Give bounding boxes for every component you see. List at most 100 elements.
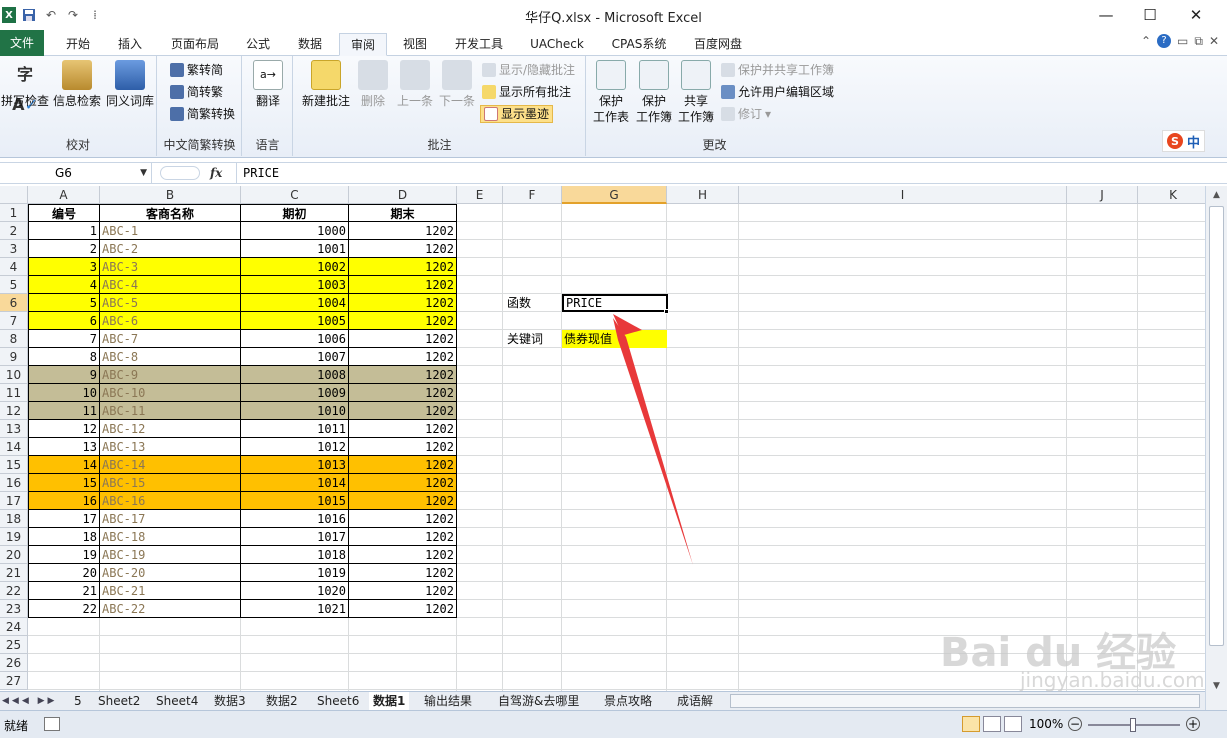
sheet-tab-0[interactable]: 5 [70, 692, 86, 710]
table-cell[interactable]: 1202 [349, 330, 457, 348]
select-all-corner[interactable] [0, 186, 28, 204]
sheet-tab-1[interactable]: Sheet2 [94, 692, 144, 710]
table-cell[interactable]: 1004 [241, 294, 349, 312]
row-header-22[interactable]: 22 [0, 582, 28, 600]
table-cell[interactable]: 1202 [349, 366, 457, 384]
table-cell[interactable]: ABC-1 [100, 222, 241, 240]
table-cell[interactable]: ABC-15 [100, 474, 241, 492]
cell-f8-label[interactable]: 关键词 [503, 330, 562, 348]
track-changes-button[interactable]: 修订 ▾ [721, 105, 771, 123]
scroll-thumb[interactable] [1209, 206, 1224, 646]
table-cell[interactable]: 1007 [241, 348, 349, 366]
table-cell[interactable]: 1006 [241, 330, 349, 348]
table-header-cell[interactable]: 客商名称 [100, 204, 241, 222]
row-header-7[interactable]: 7 [0, 312, 28, 330]
table-cell[interactable]: 1010 [241, 402, 349, 420]
cell-g6-active[interactable]: PRICE [562, 294, 668, 312]
show-ink-button[interactable]: 显示墨迹 [480, 105, 554, 123]
table-cell[interactable]: 1008 [241, 366, 349, 384]
tab-uacheck[interactable]: UACheck [524, 33, 590, 56]
protect-sheet-button[interactable]: 保护 工作表 [589, 60, 633, 125]
table-cell[interactable]: 1013 [241, 456, 349, 474]
table-cell[interactable]: ABC-21 [100, 582, 241, 600]
row-header-8[interactable]: 8 [0, 330, 28, 348]
sheet-tab-10[interactable]: 成语解 [673, 692, 717, 710]
row-header-17[interactable]: 17 [0, 492, 28, 510]
page-break-view-icon[interactable] [1004, 716, 1022, 732]
column-header-h[interactable]: H [667, 186, 739, 204]
row-header-19[interactable]: 19 [0, 528, 28, 546]
column-header-f[interactable]: F [503, 186, 562, 204]
sheet-tab-7[interactable]: 输出结果 [420, 692, 476, 710]
table-cell[interactable]: 1202 [349, 402, 457, 420]
table-cell[interactable]: 2 [28, 240, 100, 258]
row-header-9[interactable]: 9 [0, 348, 28, 366]
table-cell[interactable]: 1021 [241, 600, 349, 618]
tab-cpas[interactable]: CPAS系统 [604, 33, 674, 56]
table-cell[interactable]: 1016 [241, 510, 349, 528]
column-header-b[interactable]: B [100, 186, 241, 204]
table-cell[interactable]: 1202 [349, 258, 457, 276]
table-cell[interactable]: 1002 [241, 258, 349, 276]
table-cell[interactable]: 4 [28, 276, 100, 294]
table-cell[interactable]: 5 [28, 294, 100, 312]
table-cell[interactable]: 1202 [349, 222, 457, 240]
row-header-4[interactable]: 4 [0, 258, 28, 276]
column-header-a[interactable]: A [28, 186, 100, 204]
name-box[interactable]: G6 ▼ [0, 163, 152, 184]
table-cell[interactable]: ABC-4 [100, 276, 241, 294]
formula-input[interactable]: PRICE [236, 163, 1202, 184]
table-cell[interactable]: ABC-9 [100, 366, 241, 384]
table-cell[interactable]: 1018 [241, 546, 349, 564]
table-cell[interactable]: 1000 [241, 222, 349, 240]
table-cell[interactable]: 1202 [349, 564, 457, 582]
table-cell[interactable]: ABC-6 [100, 312, 241, 330]
table-cell[interactable]: 19 [28, 546, 100, 564]
row-header-23[interactable]: 23 [0, 600, 28, 618]
row-header-25[interactable]: 25 [0, 636, 28, 654]
table-header-cell[interactable]: 编号 [28, 204, 100, 222]
table-cell[interactable]: 1202 [349, 276, 457, 294]
table-cell[interactable]: ABC-18 [100, 528, 241, 546]
tab-home[interactable]: 开始 [58, 33, 98, 56]
table-cell[interactable]: 10 [28, 384, 100, 402]
sheet-tab-6[interactable]: 数据1 [369, 692, 410, 710]
tab-page-layout[interactable]: 页面布局 [164, 33, 226, 56]
table-cell[interactable]: 1202 [349, 546, 457, 564]
table-cell[interactable]: ABC-2 [100, 240, 241, 258]
table-cell[interactable]: ABC-16 [100, 492, 241, 510]
zoom-out-icon[interactable]: − [1068, 717, 1082, 731]
row-header-3[interactable]: 3 [0, 240, 28, 258]
column-header-d[interactable]: D [349, 186, 457, 204]
table-cell[interactable]: 9 [28, 366, 100, 384]
cell-g8-keyword[interactable]: 债券现值 [562, 330, 667, 348]
row-header-18[interactable]: 18 [0, 510, 28, 528]
table-cell[interactable]: ABC-17 [100, 510, 241, 528]
table-cell[interactable]: 1012 [241, 438, 349, 456]
table-cell[interactable]: ABC-11 [100, 402, 241, 420]
table-header-cell[interactable]: 期初 [241, 204, 349, 222]
close-button[interactable]: ✕ [1173, 0, 1219, 30]
sheet-tab-5[interactable]: Sheet6 [313, 692, 363, 710]
table-cell[interactable]: 1202 [349, 420, 457, 438]
tab-developer[interactable]: 开发工具 [447, 33, 511, 56]
cell-f6-label[interactable]: 函数 [503, 294, 562, 312]
column-header-e[interactable]: E [457, 186, 503, 204]
zoom-in-icon[interactable]: + [1186, 717, 1200, 731]
vertical-scrollbar[interactable]: ▲ ▼ [1205, 186, 1227, 710]
collapse-ribbon-icon[interactable]: ⌃ [1141, 34, 1151, 49]
row-header-20[interactable]: 20 [0, 546, 28, 564]
table-cell[interactable]: 1011 [241, 420, 349, 438]
row-header-15[interactable]: 15 [0, 456, 28, 474]
row-header-12[interactable]: 12 [0, 402, 28, 420]
sheet-tab-3[interactable]: 数据3 [210, 692, 250, 710]
table-cell[interactable]: 3 [28, 258, 100, 276]
row-header-6[interactable]: 6 [0, 294, 28, 312]
column-header-i[interactable]: I [739, 186, 1067, 204]
table-cell[interactable]: 1202 [349, 294, 457, 312]
table-cell[interactable]: 13 [28, 438, 100, 456]
allow-edit-ranges-button[interactable]: 允许用户编辑区域 [721, 83, 834, 101]
table-cell[interactable]: 1020 [241, 582, 349, 600]
table-cell[interactable]: ABC-20 [100, 564, 241, 582]
table-cell[interactable]: ABC-7 [100, 330, 241, 348]
